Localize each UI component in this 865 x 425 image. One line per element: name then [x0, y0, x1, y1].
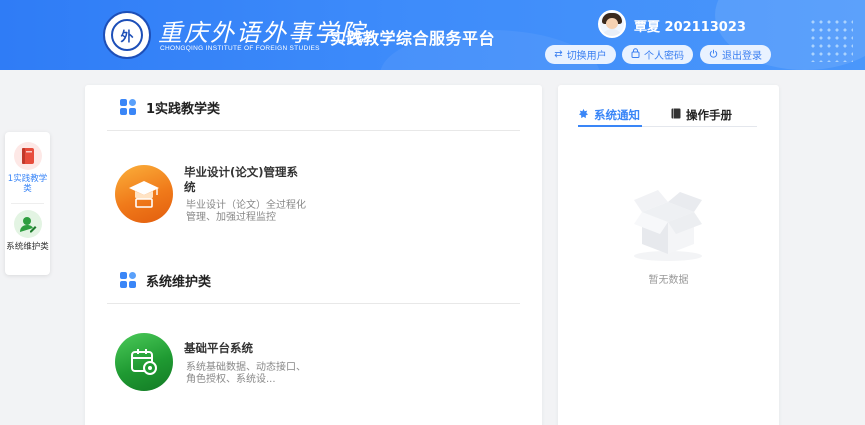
calendar-gear-icon[interactable] [115, 333, 173, 391]
main-card: 1实践教学类 毕业设计(论文)管理系统 毕业设计（论文）全过程化管理、加强过程监… [85, 85, 542, 425]
section-title: 1实践教学类 [146, 101, 221, 117]
tab-label: 操作手册 [686, 108, 732, 122]
tab-active-indicator [578, 125, 642, 127]
book-icon [13, 142, 42, 170]
tab-operation-manual[interactable]: 操作手册 [671, 107, 732, 123]
school-seal-logo: 外 [103, 11, 151, 59]
power-icon [709, 49, 718, 61]
notice-card: 系统通知 操作手册 暂无数据 [558, 85, 779, 425]
top-header: 外 重庆外语外事学院 CHONGQING INSTITUTE OF FOREIG… [0, 0, 865, 70]
logout-button[interactable]: 退出登录 [700, 45, 771, 64]
switch-user-label: 切换用户 [566, 51, 607, 62]
graduation-cap-icon[interactable] [115, 165, 173, 223]
sidenav-divider [11, 203, 44, 204]
school-seal-inner: 外 [111, 19, 143, 51]
user-edit-icon [13, 210, 42, 238]
switch-user-button[interactable]: ⇄ 切换用户 [545, 45, 616, 64]
category-icon [120, 272, 136, 288]
empty-box-icon [630, 182, 708, 266]
sidenav-item-practice[interactable]: 1实践教学类 [5, 142, 50, 194]
sidenav-label: 系统维护类 [6, 242, 49, 252]
tab-label: 系统通知 [594, 108, 640, 122]
avatar[interactable] [598, 10, 626, 38]
app-description: 毕业设计（论文）全过程化管理、加强过程监控 [186, 200, 306, 223]
app-description: 系统基础数据、动态接口、角色授权、系统设... [186, 362, 306, 385]
app-title[interactable]: 基础平台系统 [184, 341, 302, 356]
sidenav-label: 1实践教学类 [7, 174, 48, 194]
personal-password-label: 个人密码 [644, 51, 684, 62]
side-nav: 1实践教学类 系统维护类 [5, 132, 50, 275]
sidenav-item-maintenance[interactable]: 系统维护类 [5, 210, 50, 252]
swap-icon: ⇄ [554, 49, 563, 60]
logout-label: 退出登录 [722, 51, 762, 62]
school-name-en: CHONGQING INSTITUTE OF FOREIGN STUDIES [160, 45, 320, 52]
section-header: 系统维护类 [120, 268, 211, 292]
tab-system-notice[interactable]: 系统通知 [578, 107, 640, 123]
section-header: 1实践教学类 [120, 95, 220, 119]
lock-icon [631, 48, 640, 61]
user-name-id: 覃夏 202113023 [634, 20, 746, 35]
personal-password-button[interactable]: 个人密码 [622, 45, 693, 64]
empty-state-text: 暂无数据 [648, 275, 689, 286]
section-divider [107, 130, 520, 131]
platform-title: 实践教学综合服务平台 [330, 29, 496, 48]
section-title: 系统维护类 [146, 274, 212, 290]
app-title[interactable]: 毕业设计(论文)管理系统 [184, 165, 302, 195]
section-divider [107, 303, 520, 304]
notice-icon [578, 108, 589, 122]
category-icon [120, 99, 136, 115]
manual-icon [671, 108, 681, 122]
header-dots-decoration [809, 18, 853, 62]
